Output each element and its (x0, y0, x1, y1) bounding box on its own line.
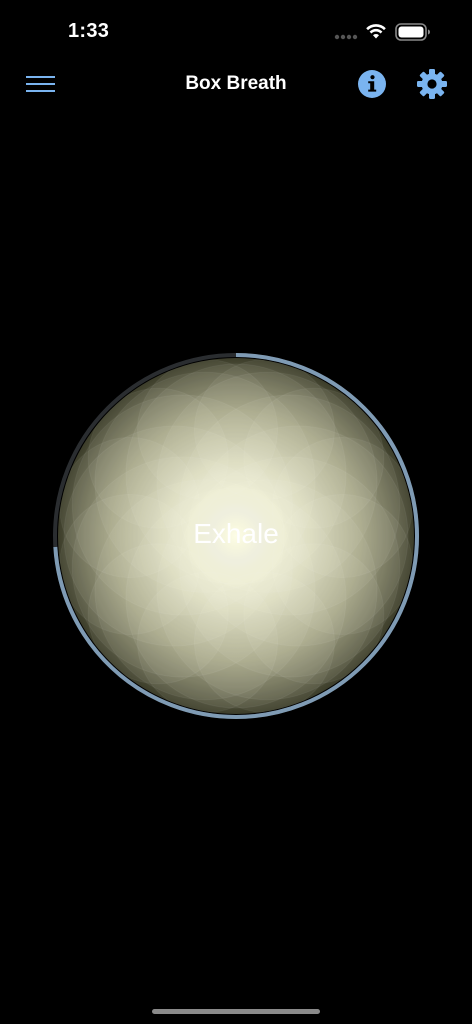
hamburger-menu-icon (26, 76, 55, 92)
flower-petal (271, 437, 413, 579)
signal-dots-icon (334, 34, 358, 40)
menu-button[interactable] (20, 68, 62, 100)
status-time: 1:33 (68, 20, 110, 42)
wifi-icon (366, 24, 386, 39)
breath-animation[interactable]: Exhale (50, 350, 422, 722)
breath-phase-label: Exhale (193, 518, 279, 549)
page-title: Box Breath (185, 73, 287, 94)
nav-bar: Box Breath (0, 60, 472, 108)
info-icon (358, 70, 386, 98)
status-bar: 1:33 (0, 0, 472, 64)
settings-button[interactable] (414, 66, 450, 102)
info-button[interactable] (356, 68, 388, 100)
gear-icon (417, 69, 447, 99)
battery-icon (395, 23, 430, 41)
home-indicator[interactable] (152, 1009, 320, 1014)
